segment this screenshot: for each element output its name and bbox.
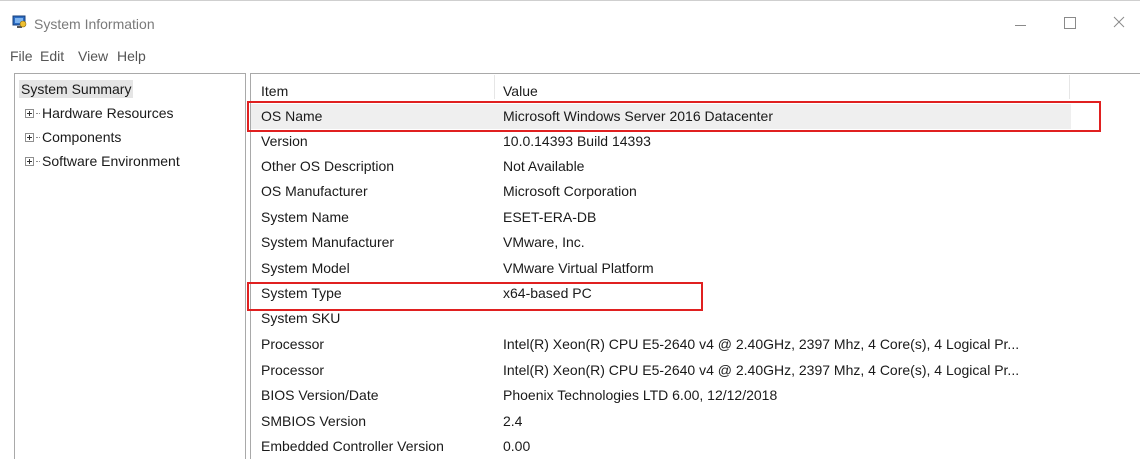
list-header: Item Value	[251, 74, 1071, 100]
table-row-system-type[interactable]: System Type x64-based PC	[251, 281, 1071, 306]
row-item: SMBIOS Version	[261, 413, 367, 429]
system-information-icon	[12, 15, 27, 29]
row-value: Microsoft Windows Server 2016 Datacenter	[503, 108, 773, 124]
row-item: Other OS Description	[261, 158, 395, 174]
expand-plus-icon[interactable]	[25, 156, 34, 166]
maximize-button[interactable]	[1051, 9, 1087, 39]
tree-item-label: Software Environment	[42, 153, 180, 169]
tree-item-label: Hardware Resources	[42, 105, 174, 121]
row-item: System Model	[261, 260, 350, 276]
table-row[interactable]: Embedded Controller Version 0.00	[251, 434, 1071, 459]
table-row[interactable]: Processor Intel(R) Xeon(R) CPU E5-2640 v…	[251, 332, 1071, 357]
column-header-item[interactable]: Item	[261, 83, 288, 99]
tree-item-components[interactable]: Components	[25, 129, 121, 145]
table-row[interactable]: Version 10.0.14393 Build 14393	[251, 129, 1071, 154]
row-value: Microsoft Corporation	[503, 183, 637, 199]
table-row[interactable]: Processor Intel(R) Xeon(R) CPU E5-2640 v…	[251, 358, 1071, 383]
tree-connector	[36, 136, 40, 138]
table-row[interactable]: Other OS Description Not Available	[251, 154, 1071, 179]
row-value: Intel(R) Xeon(R) CPU E5-2640 v4 @ 2.40GH…	[503, 362, 1020, 378]
row-value: Not Available	[503, 158, 585, 174]
row-item: Embedded Controller Version	[261, 438, 444, 454]
table-row-os-name[interactable]: OS Name Microsoft Windows Server 2016 Da…	[251, 104, 1071, 129]
tree-connector	[36, 112, 40, 114]
tree-item-hardware-resources[interactable]: Hardware Resources	[25, 105, 174, 121]
tree-connector	[36, 160, 40, 162]
table-row[interactable]: BIOS Version/Date Phoenix Technologies L…	[251, 383, 1071, 408]
row-item: OS Name	[261, 108, 323, 124]
menu-edit[interactable]: Edit	[40, 48, 64, 64]
table-row[interactable]: OS Manufacturer Microsoft Corporation	[251, 179, 1071, 204]
window-title: System Information	[34, 16, 155, 32]
row-value: Phoenix Technologies LTD 6.00, 12/12/201…	[503, 387, 778, 403]
row-value: ESET-ERA-DB	[503, 209, 597, 225]
row-item: System Type	[261, 285, 342, 301]
column-header-value[interactable]: Value	[503, 83, 538, 99]
table-row[interactable]: System Model VMware Virtual Platform	[251, 256, 1071, 281]
row-value: x64-based PC	[503, 285, 592, 301]
row-value: VMware Virtual Platform	[503, 260, 654, 276]
row-value: 2.4	[503, 413, 523, 429]
row-item: Processor	[261, 336, 325, 352]
table-row[interactable]: System Name ESET-ERA-DB	[251, 205, 1071, 230]
minimize-button[interactable]	[1002, 9, 1038, 39]
table-row[interactable]: System SKU	[251, 306, 1071, 331]
row-item: System SKU	[261, 310, 341, 326]
row-item: BIOS Version/Date	[261, 387, 379, 403]
row-item: OS Manufacturer	[261, 183, 368, 199]
row-value: 10.0.14393 Build 14393	[503, 133, 651, 149]
row-value: 0.00	[503, 438, 531, 454]
menu-view[interactable]: View	[78, 48, 108, 64]
tree-item-label: Components	[42, 129, 122, 145]
details-list: Item Value OS Name Microsoft Windows Ser…	[250, 73, 1140, 459]
row-value: VMware, Inc.	[503, 234, 585, 250]
tree-item-system-summary[interactable]: System Summary	[19, 80, 134, 98]
title-bar[interactable]: System Information	[0, 1, 1140, 45]
expand-plus-icon[interactable]	[25, 132, 34, 142]
row-item: Processor	[261, 362, 325, 378]
row-item: System Name	[261, 209, 349, 225]
close-button[interactable]	[1101, 9, 1137, 39]
column-divider[interactable]	[494, 75, 495, 99]
close-icon	[1113, 16, 1125, 28]
menu-file[interactable]: File	[10, 48, 33, 64]
table-row[interactable]: SMBIOS Version 2.4	[251, 409, 1071, 434]
column-divider[interactable]	[1069, 75, 1070, 99]
table-row[interactable]: System Manufacturer VMware, Inc.	[251, 230, 1071, 255]
row-value: Intel(R) Xeon(R) CPU E5-2640 v4 @ 2.40GH…	[503, 336, 1020, 352]
row-item: System Manufacturer	[261, 234, 395, 250]
system-information-window: System Information File Edit View Help S…	[0, 0, 1140, 459]
category-tree: System Summary Hardware Resources Compon…	[14, 73, 246, 459]
menu-help[interactable]: Help	[117, 48, 146, 64]
expand-plus-icon[interactable]	[25, 108, 34, 118]
tree-item-software-environment[interactable]: Software Environment	[25, 153, 180, 169]
row-item: Version	[261, 133, 308, 149]
